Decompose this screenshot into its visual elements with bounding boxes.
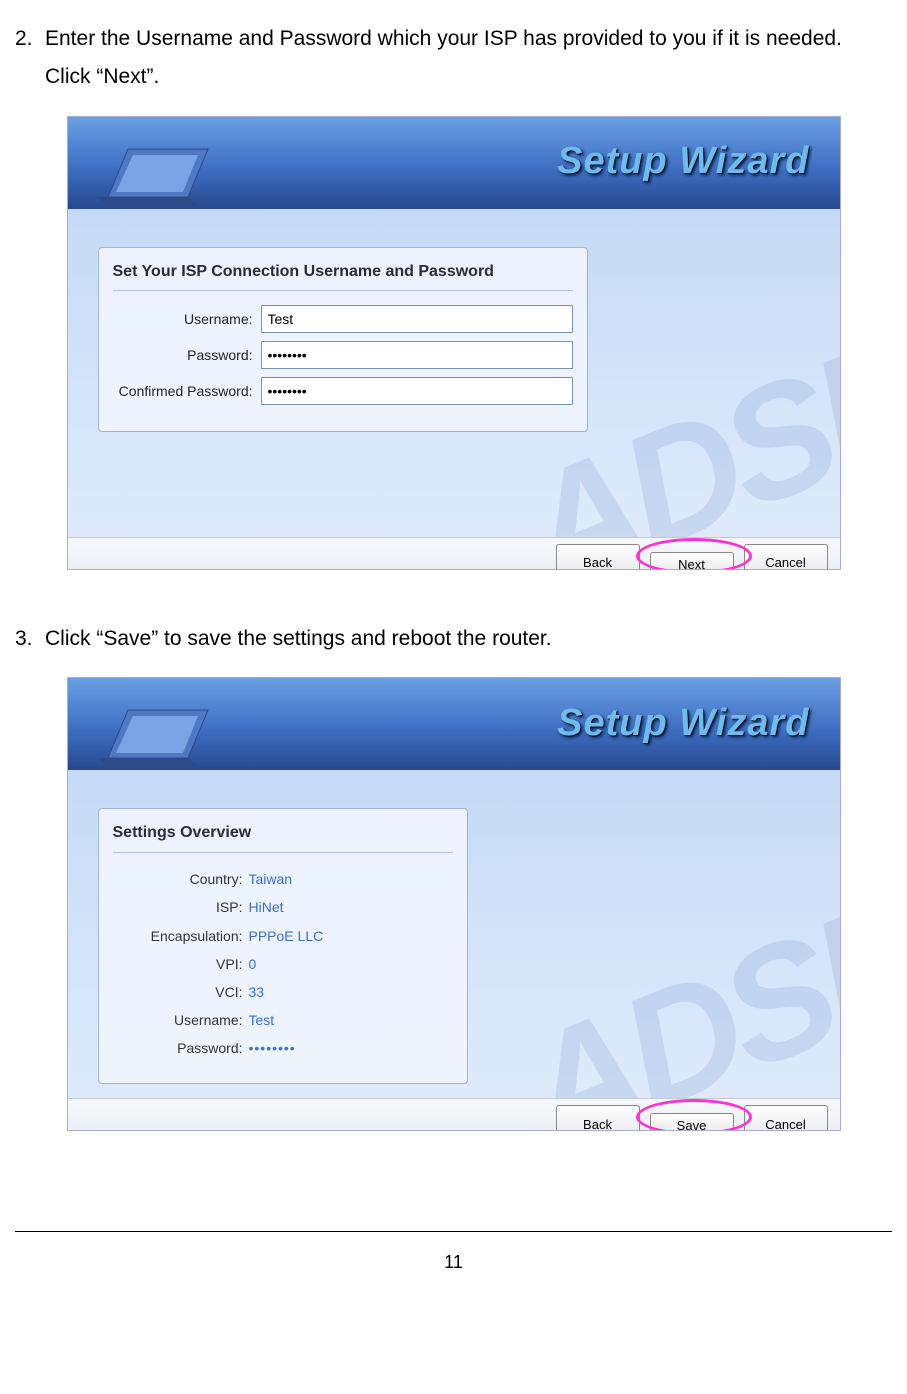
overview-row-isp: ISP: HiNet: [113, 895, 453, 920]
password-value: ••••••••: [249, 1036, 296, 1061]
overview-row-vpi: VPI: 0: [113, 952, 453, 977]
encapsulation-label: Encapsulation:: [113, 924, 249, 949]
username-input[interactable]: [261, 305, 573, 333]
country-label: Country:: [113, 867, 249, 892]
overview-row-encapsulation: Encapsulation: PPPoE LLC: [113, 924, 453, 949]
instruction-step-2: 2. Enter the Username and Password which…: [15, 20, 892, 96]
isp-label: ISP:: [113, 895, 249, 920]
encapsulation-value: PPPoE LLC: [249, 924, 324, 949]
setup-wizard-screen-credentials: ADSL Setup Wizard Set Your ISP Connectio…: [67, 116, 841, 570]
overview-row-country: Country: Taiwan: [113, 867, 453, 892]
laptop-icon: [98, 698, 228, 768]
step-number: 2.: [15, 20, 45, 96]
cancel-button[interactable]: Cancel: [744, 544, 828, 570]
wizard-footer: Back Next Cancel: [68, 537, 840, 570]
laptop-icon: [98, 137, 228, 207]
credentials-panel: Set Your ISP Connection Username and Pas…: [98, 247, 588, 433]
form-row-username: Username:: [113, 305, 573, 333]
page-footer: 11: [15, 1231, 892, 1278]
step-text: Click “Save” to save the settings and re…: [45, 620, 892, 658]
panel-title: Settings Overview: [113, 819, 453, 853]
vpi-label: VPI:: [113, 952, 249, 977]
confirm-password-label: Confirmed Password:: [113, 379, 261, 404]
panel-title: Set Your ISP Connection Username and Pas…: [113, 258, 573, 292]
username-label: Username:: [113, 1008, 249, 1033]
wizard-title: Setup Wizard: [557, 127, 809, 195]
overview-row-vci: VCI: 33: [113, 980, 453, 1005]
form-row-password: Password:: [113, 341, 573, 369]
next-button[interactable]: Next: [650, 552, 734, 570]
step-number: 3.: [15, 620, 45, 658]
password-label: Password:: [113, 1036, 249, 1061]
confirm-password-input[interactable]: [261, 377, 573, 405]
wizard-header: Setup Wizard: [68, 117, 840, 209]
vpi-value: 0: [249, 952, 257, 977]
cancel-button[interactable]: Cancel: [744, 1105, 828, 1131]
password-label: Password:: [113, 343, 261, 368]
overview-row-password: Password: ••••••••: [113, 1036, 453, 1061]
back-button[interactable]: Back: [556, 544, 640, 570]
overview-panel: Settings Overview Country: Taiwan ISP: H…: [98, 808, 468, 1083]
instruction-step-3: 3. Click “Save” to save the settings and…: [15, 620, 892, 658]
form-row-confirm-password: Confirmed Password:: [113, 377, 573, 405]
username-value: Test: [249, 1008, 275, 1033]
wizard-header: Setup Wizard: [68, 678, 840, 770]
save-button[interactable]: Save: [650, 1113, 734, 1131]
isp-value: HiNet: [249, 895, 284, 920]
wizard-footer: Back Save Cancel: [68, 1098, 840, 1131]
setup-wizard-screen-overview: ADSL Setup Wizard Settings Overview Coun…: [67, 677, 841, 1131]
vci-value: 33: [249, 980, 265, 1005]
password-input[interactable]: [261, 341, 573, 369]
page-number: 11: [444, 1252, 463, 1272]
country-value: Taiwan: [249, 867, 293, 892]
username-label: Username:: [113, 307, 261, 332]
overview-row-username: Username: Test: [113, 1008, 453, 1033]
wizard-title: Setup Wizard: [557, 689, 809, 757]
back-button[interactable]: Back: [556, 1105, 640, 1131]
step-text: Enter the Username and Password which yo…: [45, 20, 892, 96]
vci-label: VCI:: [113, 980, 249, 1005]
